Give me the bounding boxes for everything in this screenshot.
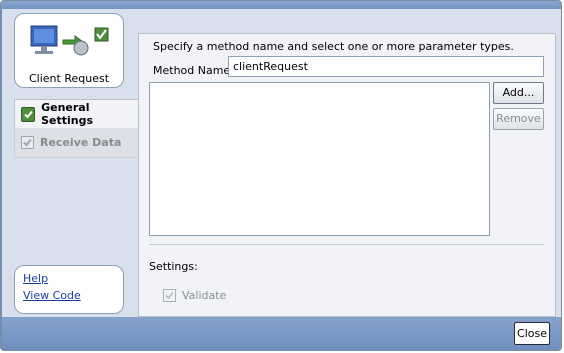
checkbox-icon — [163, 289, 176, 302]
method-name-label: Method Name: — [153, 64, 234, 77]
dialog-body: Client Request General Settings Receive … — [2, 9, 561, 317]
add-button[interactable]: Add... — [493, 82, 544, 104]
settings-label: Settings: — [149, 260, 198, 273]
general-settings-panel: Specify a method name and select one or … — [138, 33, 556, 317]
method-name-input[interactable] — [228, 56, 544, 77]
nav-item-general-settings[interactable]: General Settings — [14, 99, 138, 129]
divider — [149, 244, 544, 245]
parameter-types-list[interactable] — [149, 82, 490, 236]
check-icon — [21, 136, 34, 149]
close-button[interactable]: Close — [514, 322, 550, 345]
remove-button[interactable]: Remove — [493, 108, 544, 130]
client-request-card[interactable]: Client Request — [14, 13, 124, 88]
nav-item-receive-data[interactable]: Receive Data — [14, 128, 138, 158]
dialog-window: Client Request General Settings Receive … — [0, 0, 562, 351]
settings-nav: General Settings Receive Data — [14, 99, 138, 158]
check-icon — [21, 106, 36, 122]
links-card: Help View Code — [14, 265, 124, 314]
client-request-label: Client Request — [28, 72, 110, 85]
view-code-link[interactable]: View Code — [23, 287, 123, 304]
monitor-icon — [30, 25, 109, 56]
nav-item-label: Receive Data — [40, 136, 122, 149]
footer-bar — [2, 317, 561, 350]
validate-label: Validate — [182, 289, 227, 302]
instruction-text: Specify a method name and select one or … — [153, 40, 514, 53]
title-bar[interactable] — [1, 1, 561, 9]
nav-item-label: General Settings — [41, 101, 94, 127]
help-link[interactable]: Help — [23, 270, 123, 287]
validate-checkbox[interactable]: Validate — [163, 289, 226, 302]
